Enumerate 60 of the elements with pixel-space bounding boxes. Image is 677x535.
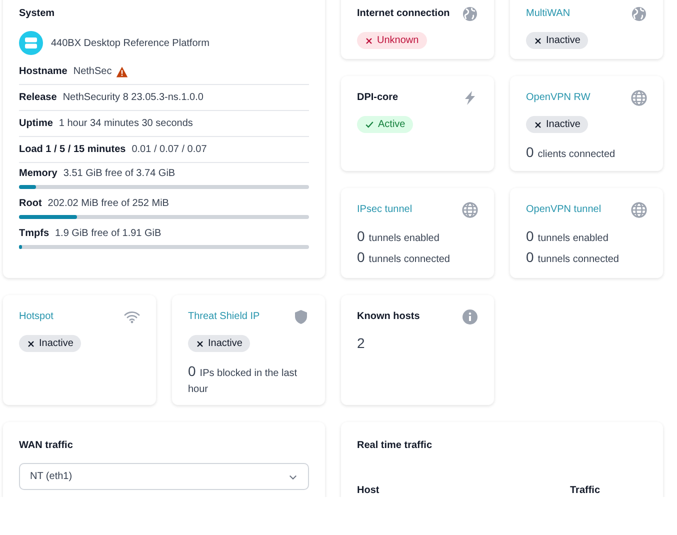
status-badge: Inactive: [188, 335, 250, 352]
field-label: Hostname: [19, 65, 68, 79]
card-title: System: [19, 7, 56, 21]
field-value: NethSec: [73, 65, 112, 79]
card-link[interactable]: Threat Shield IP: [188, 309, 260, 324]
field-label: Load 1 / 5 / 15 minutes: [19, 143, 126, 157]
field-label: Root: [19, 197, 42, 211]
globe-icon: [631, 202, 647, 218]
column-header: Host: [357, 484, 380, 497]
lightning-icon: [462, 90, 478, 106]
field-value: 202.02 MiB free of 252 MiB: [48, 197, 169, 211]
field-value: 0.01 / 0.07 / 0.07: [132, 143, 207, 157]
wifi-icon: [124, 309, 140, 325]
field-value: NethSecurity 8 23.05.3-ns.1.0.0: [62, 91, 204, 105]
status-badge: Inactive: [19, 335, 82, 352]
cross-icon: [365, 36, 373, 44]
cross-icon: [27, 340, 35, 348]
platform-name: 440BX Desktop Reference Platform: [51, 36, 210, 50]
interface-select[interactable]: NT (eth1): [19, 463, 309, 490]
info-icon: [462, 309, 478, 325]
field-label: Uptime: [19, 117, 53, 131]
counter-text: 0 tunnels enabled: [357, 227, 440, 246]
globe-icon: [462, 202, 478, 218]
warning-icon: [116, 66, 128, 78]
field-value: 1.9 GiB free of 1.91 GiB: [55, 227, 162, 241]
card-link[interactable]: IPsec tunnel: [357, 202, 412, 217]
card-link[interactable]: OpenVPN RW: [526, 90, 590, 105]
status-badge: Inactive: [526, 32, 588, 49]
field-value: 3.51 GiB free of 3.74 GiB: [63, 167, 176, 181]
field-label: Tmpfs: [19, 227, 49, 241]
field-value: 1 hour 34 minutes 30 seconds: [58, 117, 193, 131]
cross-icon: [196, 340, 204, 348]
counter-text: 0 clients connected: [526, 142, 616, 162]
card-link[interactable]: OpenVPN tunnel: [526, 202, 602, 217]
globe-icon: [631, 90, 647, 106]
counter-text: 0 tunnels connected: [526, 248, 620, 267]
column-header: Traffic: [570, 484, 600, 497]
status-badge: Active: [357, 116, 414, 133]
card-title: Real time traffic: [357, 439, 434, 453]
card-title: WAN traffic: [19, 439, 74, 453]
shield-icon: [293, 309, 309, 325]
earth-icon: [462, 6, 478, 22]
card-link[interactable]: Hotspot: [19, 309, 54, 324]
earth-icon: [631, 6, 647, 22]
server-icon: [19, 31, 43, 55]
host-count: 2: [357, 334, 366, 353]
counter-text: 0 IPs blocked in the last hour: [188, 362, 298, 396]
status-badge: Inactive: [526, 116, 588, 133]
status-badge: Unknown: [357, 32, 427, 49]
field-label: Memory: [19, 167, 58, 181]
check-icon: [365, 120, 374, 129]
field-label: Release: [19, 91, 57, 105]
cross-icon: [534, 36, 542, 44]
cross-icon: [534, 120, 542, 128]
card-title: Known hosts: [357, 310, 420, 324]
card-title: Internet connection: [357, 7, 450, 21]
counter-text: 0 tunnels connected: [357, 248, 451, 267]
card-title: DPI-core: [357, 91, 398, 105]
counter-text: 0 tunnels enabled: [526, 227, 610, 246]
card-link[interactable]: MultiWAN: [526, 6, 570, 21]
